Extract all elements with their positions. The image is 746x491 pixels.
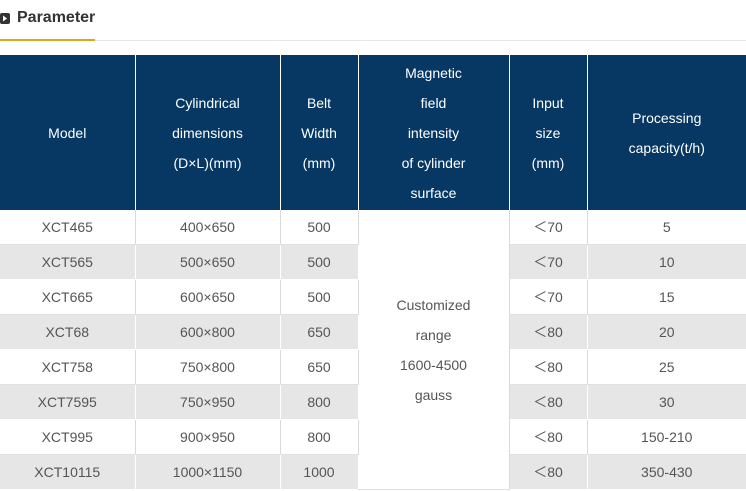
header-line: (mm) [302, 154, 336, 171]
cell-model: XCT465 [0, 210, 136, 245]
cell-belt-width: 1000 [280, 454, 359, 490]
cell-capacity: 150-210 [587, 419, 746, 455]
table-row: XCT465 400×650 500 Customized range 1600-4500… [0, 210, 746, 490]
cell-input-size: ＜70 [509, 279, 588, 315]
header-line: Cylindrical [175, 94, 240, 111]
arrow-right-icon [0, 13, 10, 24]
cell-capacity: 20 [587, 314, 746, 350]
header-dimensions: Cylindrical dimensions (D×L)(mm) [135, 55, 281, 210]
table-body: XCT465 400×650 500 Customized range 1600-4500… [0, 210, 746, 490]
cell-model: XCT758 [0, 349, 136, 385]
header-magnetic-field: Magnetic field intensity of cylinder surface [358, 55, 510, 210]
cell-dimensions: 500×650 [135, 244, 281, 280]
cell-capacity: 350-430 [587, 454, 746, 490]
cell-belt-width: 800 [280, 384, 359, 420]
header-line: Input [532, 94, 564, 111]
cell-capacity: 25 [587, 349, 746, 385]
header-line: dimensions [172, 124, 243, 141]
cell-model: XCT10115 [0, 454, 136, 490]
header-line: field [420, 94, 447, 111]
magnetic-field-line: 1600-4500 [400, 356, 467, 373]
title-underline [0, 39, 95, 41]
section-title: Parameter [17, 9, 96, 26]
table-header-row: Model Cylindrical dimensions (D×L)(mm) Belt W… [0, 55, 746, 210]
header-line: Processing [632, 109, 702, 126]
header-line: (mm) [531, 154, 565, 171]
cell-input-size: ＜80 [509, 384, 588, 420]
cell-input-size: ＜70 [509, 244, 588, 280]
header-capacity: Processing capacity(t/h) [587, 55, 746, 210]
cell-belt-width: 800 [280, 419, 359, 455]
cell-capacity: 5 [587, 210, 746, 245]
parameter-table: Model Cylindrical dimensions (D×L)(mm) Belt W… [0, 55, 746, 490]
cell-dimensions: 1000×1150 [135, 454, 281, 490]
magnetic-field-line: Customized [396, 296, 471, 313]
cell-input-size: ＜80 [509, 419, 588, 455]
cell-belt-width: 500 [280, 279, 359, 315]
cell-magnetic-field: Customized range 1600-4500 gauss [358, 210, 510, 490]
header-line: (D×L)(mm) [173, 154, 242, 171]
header-line: size [535, 124, 561, 141]
magnetic-field-line: gauss [414, 386, 453, 403]
cell-model: XCT68 [0, 314, 136, 350]
cell-dimensions: 750×950 [135, 384, 281, 420]
section-header: Parameter [0, 0, 746, 41]
header-input-size: Input size (mm) [509, 55, 588, 210]
cell-model: XCT565 [0, 244, 136, 280]
header-model: Model [0, 55, 136, 210]
cell-input-size: ＜70 [509, 210, 588, 245]
header-line: of cylinder [401, 154, 466, 171]
header-belt-width: Belt Width (mm) [280, 55, 359, 210]
header-line: intensity [407, 124, 460, 141]
cell-capacity: 15 [587, 279, 746, 315]
cell-dimensions: 600×650 [135, 279, 281, 315]
cell-input-size: ＜80 [509, 349, 588, 385]
cell-belt-width: 500 [280, 210, 359, 245]
cell-belt-width: 650 [280, 349, 359, 385]
header-line: Belt [306, 94, 332, 111]
cell-input-size: ＜80 [509, 454, 588, 490]
cell-model: XCT995 [0, 419, 136, 455]
cell-capacity: 10 [587, 244, 746, 280]
cell-dimensions: 900×950 [135, 419, 281, 455]
header-line: Width [301, 124, 337, 141]
magnetic-field-line: range [415, 326, 452, 343]
cell-belt-width: 500 [280, 244, 359, 280]
cell-dimensions: 600×800 [135, 314, 281, 350]
cell-input-size: ＜80 [509, 314, 588, 350]
header-line: Model [48, 124, 87, 141]
cell-dimensions: 750×800 [135, 349, 281, 385]
cell-belt-width: 650 [280, 314, 359, 350]
header-line: surface [410, 184, 457, 201]
cell-model: XCT665 [0, 279, 136, 315]
cell-model: XCT7595 [0, 384, 136, 420]
header-line: Magnetic [405, 64, 462, 81]
cell-capacity: 30 [587, 384, 746, 420]
header-line: capacity(t/h) [628, 139, 705, 156]
cell-dimensions: 400×650 [135, 210, 281, 245]
